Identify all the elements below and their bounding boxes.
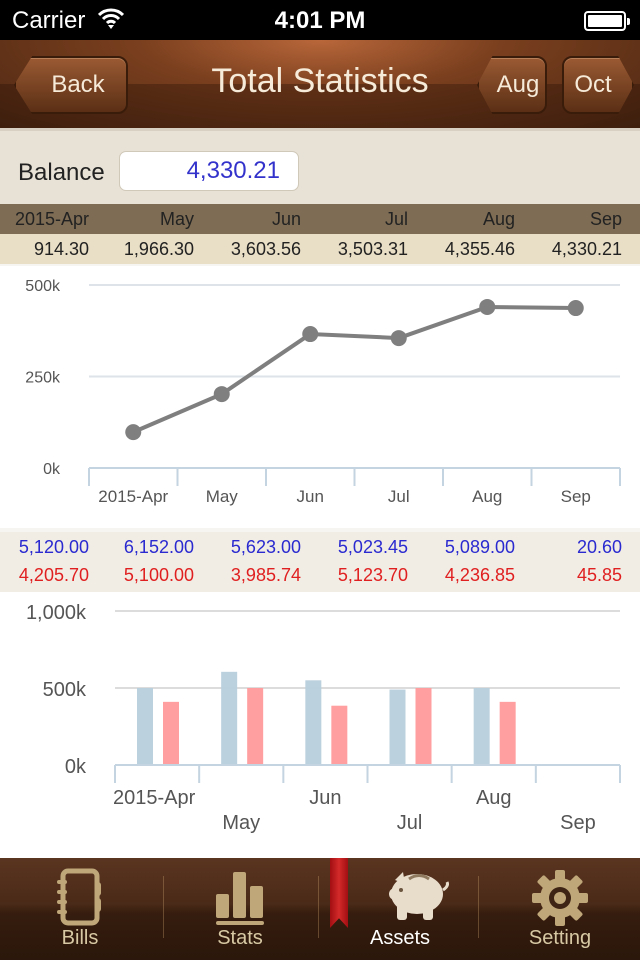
piggy-bank-icon <box>383 868 449 929</box>
expense-row: 4,205.70 5,100.00 3,985.74 5,123.70 4,23… <box>0 560 640 588</box>
income-cell: 5,089.00 <box>444 537 515 557</box>
data-point <box>567 300 584 317</box>
tab-stats[interactable]: Stats <box>160 858 320 960</box>
x-tick-label: May <box>206 487 239 506</box>
income-bar <box>221 671 238 765</box>
data-point <box>390 330 407 347</box>
x-tick-label: May <box>222 812 260 834</box>
month-header-cell: Jun <box>271 209 301 229</box>
month-header-cell: Jul <box>384 209 408 229</box>
line-chart-svg: 0k 250k 500k 2015-Apr May Jun Jul Aug Sep <box>25 278 621 506</box>
income-cell: 20.60 <box>576 537 622 557</box>
income-cell: 5,120.00 <box>18 537 89 557</box>
x-tick-label: Aug <box>472 487 502 506</box>
expense-bar <box>331 705 348 765</box>
y-tick-label: 500k <box>25 278 61 295</box>
tab-label: Bills <box>61 927 99 949</box>
tab-bills[interactable]: Bills <box>0 858 160 960</box>
x-tick-label: 2015-Apr <box>113 787 196 809</box>
gear-icon <box>530 868 590 933</box>
x-tick-label: Jul <box>388 487 410 506</box>
expense-cell: 4,205.70 <box>18 565 89 585</box>
expense-cell: 5,123.70 <box>337 565 408 585</box>
month-header-row: 2015-Apr May Jun Jul Aug Sep <box>0 204 640 234</box>
balance-line-chart: 0k 250k 500k 2015-Apr May Jun Jul Aug Sep <box>0 266 640 528</box>
x-tick-label: Jun <box>297 487 324 506</box>
income-cell: 5,023.45 <box>337 537 408 557</box>
month-balance-cell: 3,503.31 <box>337 239 408 259</box>
x-tick-label: 2015-Apr <box>98 487 168 506</box>
clock: 4:01 PM <box>274 7 366 34</box>
data-point <box>302 326 319 343</box>
y-tick-label: 1,000k <box>26 602 87 624</box>
income-bar <box>389 689 406 765</box>
y-tick-label: 250k <box>25 370 61 387</box>
month-header-cell: May <box>159 209 194 229</box>
x-tick-label: Jun <box>309 787 341 809</box>
y-tick-label: 500k <box>43 679 87 701</box>
month-balance-cell: 4,330.21 <box>551 239 622 259</box>
month-header-cell: Aug <box>482 209 515 229</box>
tab-setting[interactable]: Setting <box>480 858 640 960</box>
x-tick-label: Sep <box>560 812 596 834</box>
income-cell: 6,152.00 <box>123 537 194 557</box>
bar-chart-icon <box>214 868 266 931</box>
income-expense-table: 5,120.00 6,152.00 5,623.00 5,023.45 5,08… <box>0 532 640 592</box>
month-balance-cell: 914.30 <box>33 239 89 259</box>
x-tick-label: Aug <box>476 787 512 809</box>
expense-bar <box>499 701 516 765</box>
income-bar <box>473 688 490 765</box>
expense-cell: 3,985.74 <box>230 565 301 585</box>
battery-icon <box>584 11 630 31</box>
status-bar: Carrier 4:01 PM <box>0 0 640 40</box>
balance-section: Balance 4,330.21 <box>0 128 640 204</box>
expense-bar <box>163 701 179 765</box>
income-expense-bar-chart: 0k 500k 1,000k 2015-Apr May Jun Jul Aug Sep <box>0 592 640 858</box>
data-point <box>213 386 230 403</box>
y-tick-label: 0k <box>43 461 61 478</box>
x-tick-label: Jul <box>397 812 423 834</box>
expense-bar <box>247 688 264 765</box>
income-bar <box>305 680 322 765</box>
month-balance-cell: 4,355.46 <box>444 239 515 259</box>
x-tick-label: Sep <box>561 487 591 506</box>
tab-label: Stats <box>217 927 263 949</box>
navigation-bar: Back Total Statistics Aug Oct <box>0 40 640 128</box>
bar-chart-svg: 0k 500k 1,000k 2015-Apr May Jun Jul Aug Sep <box>26 602 621 834</box>
y-tick-label: 0k <box>65 756 87 778</box>
balance-value-field: 4,330.21 <box>119 151 299 191</box>
income-row: 5,120.00 6,152.00 5,623.00 5,023.45 5,08… <box>0 532 640 560</box>
income-cell: 5,623.00 <box>230 537 301 557</box>
month-balance-row: 914.30 1,966.30 3,603.56 3,503.31 4,355.… <box>0 234 640 264</box>
data-point <box>479 298 496 315</box>
active-tab-ribbon <box>330 858 348 928</box>
tab-label: Assets <box>369 927 431 949</box>
month-header-cell: 2015-Apr <box>14 209 89 229</box>
tab-bar: Bills Stats Assets Setting <box>0 858 640 960</box>
month-balance-cell: 3,603.56 <box>230 239 301 259</box>
notebook-icon <box>57 868 103 931</box>
line-series <box>132 304 576 434</box>
tab-label: Setting <box>528 927 592 949</box>
month-balance-cell: 1,966.30 <box>123 239 194 259</box>
balance-label: Balance <box>18 159 105 186</box>
income-bar <box>137 688 153 765</box>
expense-cell: 45.85 <box>576 565 622 585</box>
expense-bar <box>415 688 432 765</box>
expense-cell: 5,100.00 <box>123 565 194 585</box>
expense-cell: 4,236.85 <box>444 565 515 585</box>
month-header-cell: Sep <box>589 209 622 229</box>
data-point <box>125 424 142 441</box>
